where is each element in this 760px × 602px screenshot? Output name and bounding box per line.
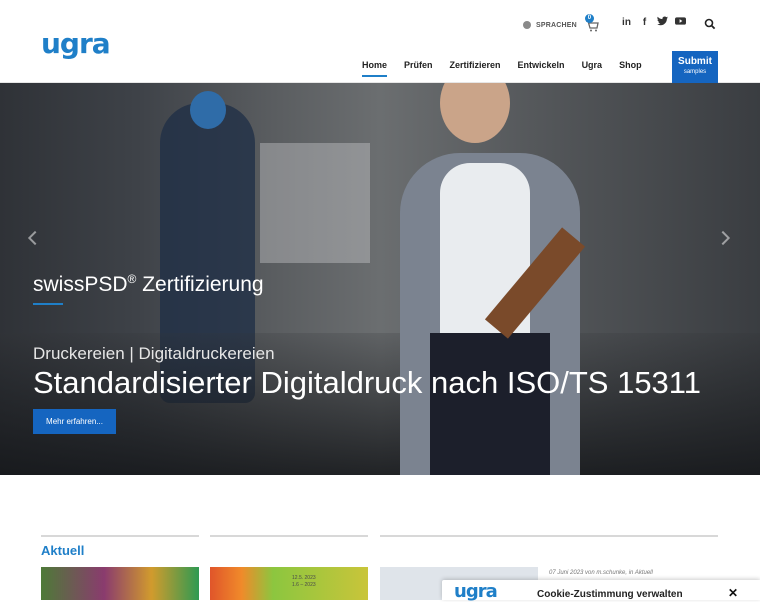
- cookie-title: Cookie-Zustimmung verwalten: [537, 589, 683, 600]
- column-rule: [41, 535, 199, 537]
- cart-button[interactable]: 0: [584, 14, 599, 32]
- language-switcher[interactable]: SPRACHEN: [523, 21, 577, 29]
- slider-next-icon[interactable]: [715, 230, 731, 246]
- cart-count-badge: 0: [584, 14, 594, 23]
- submit-samples-button[interactable]: Submit samples: [672, 51, 718, 88]
- nav-ugra[interactable]: Ugra: [582, 59, 603, 77]
- site-header: ugra SPRACHEN 0 in f Home Prüfen Zertifi…: [0, 0, 760, 88]
- worker-cap: [190, 91, 226, 129]
- news-thumbnail-1[interactable]: [41, 567, 199, 600]
- thumbnail-date-label: 12.5. 2023 1.6 – 2023: [292, 575, 316, 588]
- samples-label: samples: [683, 69, 707, 75]
- nav-zertifizieren[interactable]: Zertifizieren: [450, 59, 501, 77]
- language-label: SPRACHEN: [536, 21, 577, 29]
- hero-accent-line: [33, 303, 63, 305]
- ugra-logo[interactable]: ugra: [41, 30, 111, 58]
- nav-home[interactable]: Home: [362, 59, 388, 77]
- globe-icon: [523, 21, 531, 29]
- linkedin-icon[interactable]: in: [621, 16, 632, 30]
- hero-headline: Standardisierter Digitaldruck nach ISO/T…: [33, 365, 701, 400]
- hero-slider: swissPSD® Zertifizierung Druckereien | D…: [0, 83, 760, 475]
- search-icon[interactable]: [704, 17, 716, 30]
- hero-title-brand: swissPSD: [33, 273, 128, 296]
- news-thumbnail-2[interactable]: 12.5. 2023 1.6 – 2023: [210, 567, 368, 600]
- news-section: Aktuell 12.5. 2023 1.6 – 2023 07 Juni 20…: [0, 475, 760, 602]
- main-nav: Home Prüfen Zertifizieren Entwickeln Ugr…: [362, 59, 659, 77]
- close-icon[interactable]: ✕: [728, 586, 738, 600]
- social-links: in f: [621, 16, 686, 30]
- facebook-icon[interactable]: f: [639, 16, 650, 30]
- hero-subtitle: Druckereien | Digitaldruckereien: [33, 344, 275, 363]
- nav-entwickeln[interactable]: Entwickeln: [518, 59, 565, 77]
- woman-pants: [430, 333, 550, 475]
- cookie-consent-banner: ugra Cookie-Zustimmung verwalten ✕: [442, 580, 760, 602]
- nav-shop[interactable]: Shop: [619, 59, 642, 77]
- background-machine: [260, 143, 370, 263]
- woman-head: [440, 83, 510, 143]
- news-heading: Aktuell: [41, 543, 85, 558]
- hero-title-rest: Zertifizierung: [136, 273, 264, 296]
- nav-pruefen[interactable]: Prüfen: [404, 59, 433, 77]
- column-rule: [380, 535, 718, 537]
- post-meta: 07 Juni 2023 von m.schunke, in Aktuell: [549, 570, 653, 576]
- cookie-ugra-logo: ugra: [454, 581, 498, 602]
- youtube-icon[interactable]: [675, 16, 686, 30]
- top-bar: SPRACHEN 0: [523, 14, 599, 33]
- mehr-erfahren-button[interactable]: Mehr erfahren...: [33, 409, 116, 434]
- column-rule: [210, 535, 368, 537]
- hero-title: swissPSD® Zertifizierung: [33, 267, 264, 297]
- slider-prev-icon[interactable]: [27, 230, 43, 246]
- submit-label: Submit: [678, 56, 712, 67]
- twitter-icon[interactable]: [657, 16, 668, 30]
